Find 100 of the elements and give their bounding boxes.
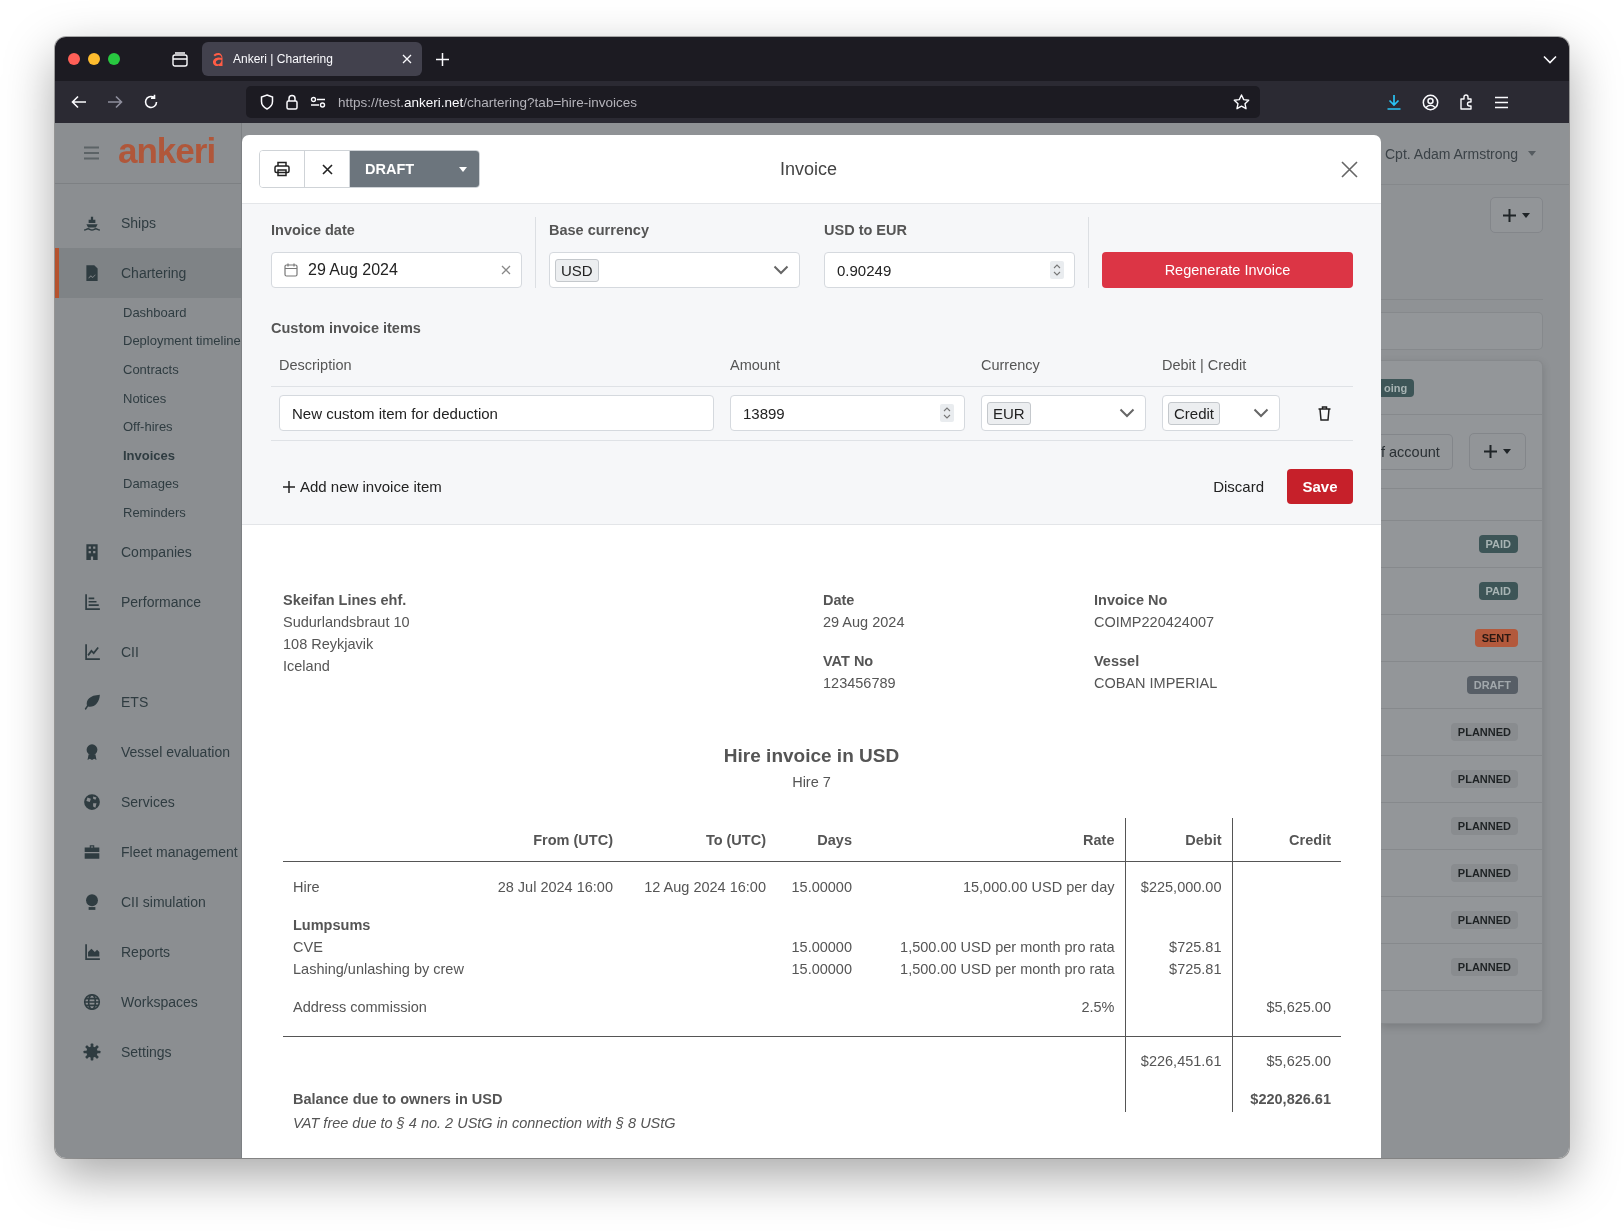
status-badge: PAID — [1478, 535, 1518, 553]
table-cell: 12 Aug 2024 16:00 — [623, 861, 776, 898]
close-window-button[interactable] — [68, 53, 80, 65]
chevron-down-icon[interactable] — [1543, 54, 1557, 64]
add-button[interactable] — [1469, 433, 1526, 470]
reload-icon[interactable] — [143, 94, 159, 110]
forward-icon[interactable] — [107, 95, 123, 109]
sidebar-item[interactable]: Vessel evaluation — [55, 726, 241, 777]
chevron-down-icon — [1253, 408, 1269, 418]
column-header: Debit — [1125, 818, 1232, 862]
save-button[interactable]: Save — [1287, 469, 1353, 504]
globe-icon — [83, 992, 101, 1011]
table-cell: $226,451.61 — [1125, 1036, 1232, 1072]
sidebar-item[interactable]: Performance — [55, 576, 241, 627]
sidebar-subitem[interactable]: Deployment timeline — [55, 326, 241, 356]
sidebar-item[interactable]: Chartering — [55, 248, 241, 298]
close-icon[interactable] — [1341, 160, 1358, 178]
spinner-icon — [1050, 261, 1064, 279]
clear-icon[interactable] — [501, 265, 511, 275]
table-cell: Hire — [283, 861, 483, 898]
currency-select[interactable]: EUR — [981, 395, 1146, 431]
dialog-title: Invoice — [779, 158, 837, 180]
sidebar-item[interactable]: Settings — [55, 1026, 241, 1077]
sidebar-subitem[interactable]: Damages — [55, 469, 241, 499]
discard-button[interactable]: Discard — [1207, 477, 1270, 496]
field-label: Base currency — [549, 221, 650, 239]
caret-icon — [459, 166, 467, 172]
download-icon[interactable] — [1386, 94, 1402, 110]
address-line: Iceland — [283, 657, 331, 676]
spinner-icon — [940, 404, 954, 422]
area-chart-icon — [83, 942, 101, 961]
detail-label: Invoice No — [1094, 591, 1169, 610]
chevron-down-icon — [1119, 408, 1135, 418]
section-title: Custom invoice items — [271, 319, 422, 337]
regenerate-invoice-button[interactable]: Regenerate Invoice — [1102, 252, 1353, 288]
column-header: From (UTC) — [483, 818, 623, 862]
sidebar-item[interactable]: CII — [55, 626, 241, 677]
status-dropdown[interactable]: DRAFT — [350, 151, 479, 187]
column-header: Rate — [862, 818, 1125, 862]
table-cell-text: CVE — [292, 938, 324, 957]
status-badge: PLANNED — [1450, 911, 1518, 929]
amount-field[interactable]: 13899 — [730, 395, 965, 431]
table-cell: 2.5% — [862, 980, 1125, 1037]
currency-select[interactable]: USD — [549, 252, 800, 288]
settings-icon — [83, 1042, 101, 1061]
debit-credit-select[interactable]: Credit — [1162, 395, 1280, 431]
number-field[interactable]: 0.90249 — [824, 252, 1075, 288]
column-header: Credit — [1232, 818, 1341, 862]
table-cell: 1,500.00 USD per month pro rata — [862, 936, 1125, 958]
minimize-window-button[interactable] — [88, 53, 100, 65]
column-header: Days — [776, 818, 862, 862]
account-icon[interactable] — [1422, 93, 1439, 111]
detail-value: 123456789 — [823, 674, 897, 693]
table-cell-text: Lumpsums — [292, 916, 372, 935]
sidebar-item[interactable]: Services — [55, 776, 241, 827]
selected-value-tag: Credit — [1168, 401, 1220, 425]
caret-icon — [1522, 212, 1530, 218]
address-bar[interactable]: https://test.ankeri.net/chartering?tab=hire-invoices — [246, 86, 1260, 118]
sidebar-item[interactable]: Reports — [55, 926, 241, 977]
sidebar-item[interactable]: Fleet management — [55, 826, 241, 877]
add-invoice-item-button[interactable]: Add new invoice item — [283, 478, 442, 495]
chevron-down-icon — [773, 265, 789, 275]
tab-list-icon[interactable] — [172, 51, 188, 67]
description-field[interactable]: New custom item for deduction — [279, 395, 714, 431]
print-button[interactable] — [260, 151, 305, 187]
sidebar-subitem[interactable]: Contracts — [55, 355, 241, 384]
extensions-icon[interactable] — [1458, 94, 1474, 110]
back-icon[interactable] — [71, 95, 87, 109]
calendar-icon — [284, 263, 298, 277]
add-button[interactable] — [1490, 197, 1543, 233]
sidebar-subitem[interactable]: Reminders — [55, 498, 241, 527]
sidebar-item[interactable]: Ships — [55, 198, 241, 248]
table-cell: 15.00000 — [776, 861, 862, 898]
sidebar-subitem[interactable]: Dashboard — [55, 298, 241, 327]
sidebar-item[interactable]: CII simulation — [55, 876, 241, 927]
app-logo-icon — [212, 51, 225, 67]
column-header: Description — [279, 356, 353, 374]
zoom-window-button[interactable] — [108, 53, 120, 65]
status-badge: oing — [1381, 378, 1415, 397]
selected-value-tag: EUR — [987, 401, 1031, 425]
sidebar-item[interactable]: ETS — [55, 676, 241, 727]
bookmark-star-icon[interactable] — [1233, 94, 1250, 110]
status-badge: PLANNED — [1450, 723, 1518, 741]
briefcase-icon — [83, 842, 101, 861]
new-tab-icon[interactable] — [436, 52, 449, 66]
tab-title: Ankeri | Chartering — [233, 52, 334, 66]
sidebar-item[interactable]: Workspaces — [55, 976, 241, 1027]
sidebar-subitem[interactable]: Off-hires — [55, 412, 241, 441]
status-badge: PLANNED — [1450, 958, 1518, 976]
selected-value-tag: USD — [555, 258, 599, 282]
browser-tab[interactable]: Ankeri | Chartering — [202, 42, 422, 76]
user-name[interactable]: Cpt. Adam Armstrong — [1385, 145, 1519, 162]
sidebar-item[interactable]: Companies — [55, 526, 241, 577]
date-field[interactable]: 29 Aug 2024 — [271, 252, 522, 288]
sidebar-subitem[interactable]: Notices — [55, 383, 241, 413]
detail-value: 29 Aug 2024 — [823, 613, 906, 632]
table-cell: Balance due to owners in USD — [283, 1072, 1125, 1112]
table-cell: $220,826.61 — [1232, 1072, 1341, 1112]
sidebar-subitem[interactable]: Invoices — [55, 440, 241, 470]
trash-icon[interactable] — [1318, 405, 1331, 421]
